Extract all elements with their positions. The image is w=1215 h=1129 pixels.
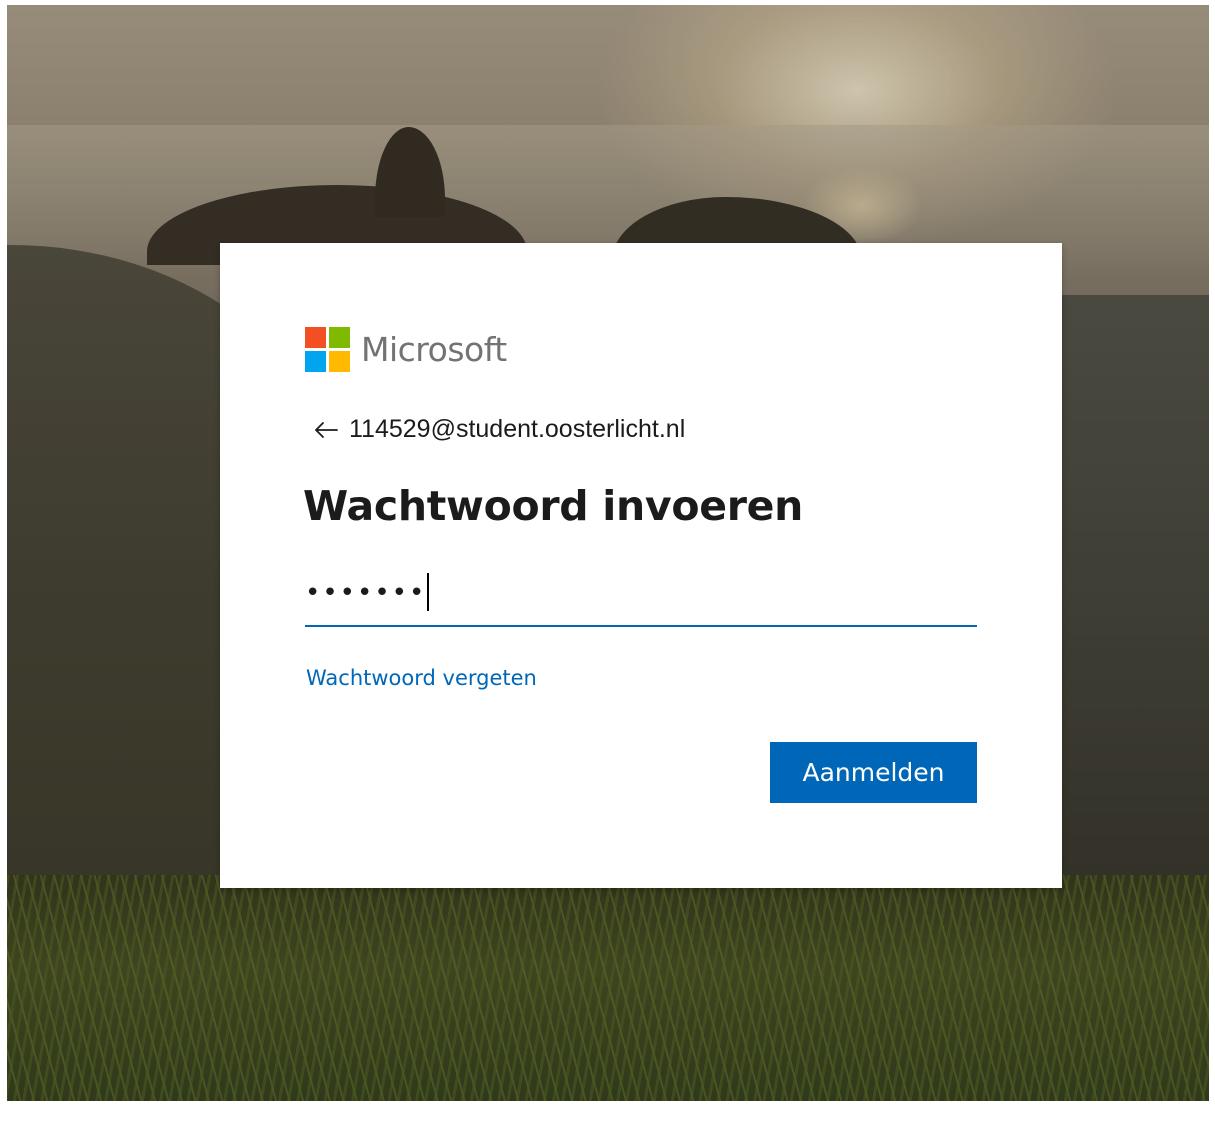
logo-square-green — [329, 327, 350, 348]
logo-square-red — [305, 327, 326, 348]
page-title: Wachtwoord invoeren — [303, 482, 804, 530]
microsoft-logo-icon — [305, 327, 350, 372]
text-cursor — [427, 573, 429, 611]
logo-square-yellow — [329, 351, 350, 372]
account-email: 114529@student.oosterlicht.nl — [349, 415, 686, 443]
back-arrow-icon — [315, 421, 338, 438]
sign-in-button[interactable]: Aanmelden — [770, 742, 977, 803]
logo-square-blue — [305, 351, 326, 372]
back-to-account-button[interactable]: 114529@student.oosterlicht.nl — [313, 415, 685, 444]
password-field — [305, 565, 977, 627]
sign-in-card: Microsoft 114529@student.oosterlicht.nl … — [220, 243, 1062, 888]
forgot-password-link[interactable]: Wachtwoord vergeten — [306, 666, 537, 690]
brand-name: Microsoft — [361, 330, 507, 369]
password-input[interactable] — [305, 565, 977, 621]
brand-header: Microsoft — [305, 327, 507, 372]
